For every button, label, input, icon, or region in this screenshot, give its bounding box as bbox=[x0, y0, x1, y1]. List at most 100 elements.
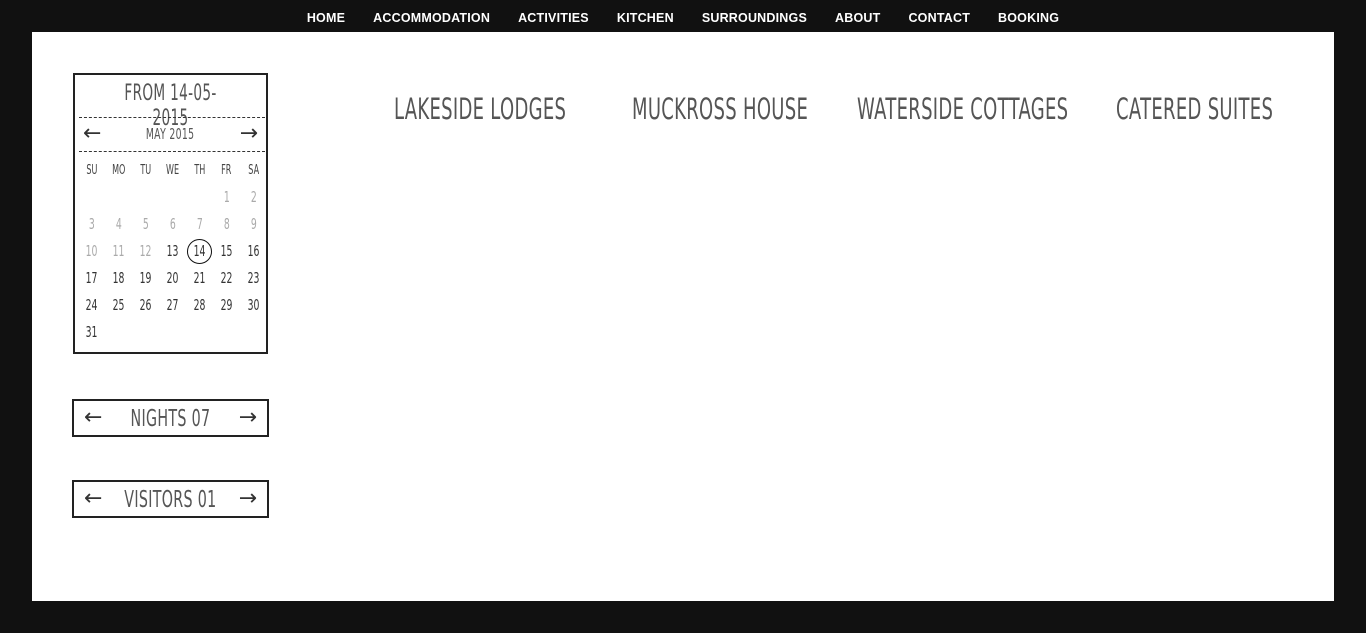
day-number: 14 bbox=[193, 242, 206, 260]
day-number: 10 bbox=[85, 242, 98, 260]
visitors-label: VISITORS 01 bbox=[124, 487, 217, 513]
nav-accommodation[interactable]: ACCOMMODATION bbox=[373, 7, 490, 25]
calendar-day[interactable]: 13 bbox=[159, 238, 186, 265]
day-number: 3 bbox=[88, 215, 95, 233]
weekday-text: TH bbox=[194, 163, 205, 178]
nav-contact[interactable]: CONTACT bbox=[908, 7, 970, 25]
calendar-empty-cell bbox=[105, 184, 132, 211]
day-number: 30 bbox=[247, 296, 260, 314]
visitors-stepper: ← VISITORS 01 → bbox=[72, 480, 269, 518]
day-number: 25 bbox=[112, 296, 125, 314]
day-number: 1 bbox=[223, 188, 230, 206]
calendar-day: 7 bbox=[186, 211, 213, 238]
weekday-text: WE bbox=[165, 163, 180, 178]
day-number: 18 bbox=[112, 269, 125, 287]
category-label: LAKESIDE LODGES bbox=[394, 92, 567, 126]
calendar-day: 5 bbox=[132, 211, 159, 238]
calendar-day[interactable]: 17 bbox=[78, 265, 105, 292]
day-number: 6 bbox=[169, 215, 176, 233]
nav-booking[interactable]: BOOKING bbox=[998, 7, 1059, 25]
calendar-day[interactable]: 31 bbox=[78, 319, 105, 346]
main-content: FROM 14-05-2015 ← MAY 2015 → SU MO TU WE TH F… bbox=[32, 32, 1334, 601]
nav-home[interactable]: HOME bbox=[307, 7, 345, 25]
day-number: 19 bbox=[139, 269, 152, 287]
calendar-day: 10 bbox=[78, 238, 105, 265]
calendar-empty-cell bbox=[132, 184, 159, 211]
day-number: 20 bbox=[166, 269, 179, 287]
nav-surroundings[interactable]: SURROUNDINGS bbox=[702, 7, 807, 25]
weekday-label: SU bbox=[78, 157, 105, 184]
calendar-day[interactable]: 21 bbox=[186, 265, 213, 292]
arrow-right-icon[interactable]: → bbox=[239, 488, 257, 510]
calendar-day[interactable]: 16 bbox=[240, 238, 267, 265]
category-label: CATERED SUITES bbox=[1116, 92, 1274, 126]
day-number: 5 bbox=[142, 215, 149, 233]
calendar-grid: SU MO TU WE TH FR SA 1 2 3 4 5 6 7 8 9 10 11 12 13 14 15 16 17 1… bbox=[78, 157, 267, 346]
day-number: 9 bbox=[250, 215, 257, 233]
nav-kitchen[interactable]: KITCHEN bbox=[617, 7, 674, 25]
day-number: 26 bbox=[139, 296, 152, 314]
calendar-day[interactable]: 15 bbox=[213, 238, 240, 265]
category-lakeside-lodges[interactable]: LAKESIDE LODGES bbox=[394, 92, 672, 126]
day-number: 4 bbox=[115, 215, 122, 233]
day-number: 29 bbox=[220, 296, 233, 314]
calendar-day[interactable]: 23 bbox=[240, 265, 267, 292]
calendar-day-selected[interactable]: 14 bbox=[186, 238, 213, 265]
calendar-day: 12 bbox=[132, 238, 159, 265]
day-number: 8 bbox=[223, 215, 230, 233]
arrow-right-icon[interactable]: → bbox=[240, 123, 258, 145]
weekday-text: SU bbox=[85, 163, 98, 178]
calendar-day: 9 bbox=[240, 211, 267, 238]
date-picker: FROM 14-05-2015 ← MAY 2015 → SU MO TU WE TH F… bbox=[73, 73, 268, 354]
weekday-text: SA bbox=[248, 163, 259, 178]
calendar-day[interactable]: 25 bbox=[105, 292, 132, 319]
weekday-label: SA bbox=[240, 157, 267, 184]
day-number: 16 bbox=[247, 242, 260, 260]
category-label: MUCKROSS HOUSE bbox=[632, 92, 809, 126]
calendar-day[interactable]: 28 bbox=[186, 292, 213, 319]
day-number: 31 bbox=[85, 323, 98, 341]
day-number: 15 bbox=[220, 242, 233, 260]
month-row: ← MAY 2015 → bbox=[75, 121, 266, 149]
category-catered-suites[interactable]: CATERED SUITES bbox=[1116, 92, 1366, 126]
calendar-day[interactable]: 24 bbox=[78, 292, 105, 319]
weekday-text: FR bbox=[221, 163, 232, 178]
weekday-text: TU bbox=[140, 163, 151, 178]
day-number: 11 bbox=[112, 242, 125, 260]
day-number: 12 bbox=[139, 242, 152, 260]
day-number: 24 bbox=[85, 296, 98, 314]
nav-activities[interactable]: ACTIVITIES bbox=[518, 7, 589, 25]
weekday-label: MO bbox=[105, 157, 132, 184]
day-number: 13 bbox=[166, 242, 179, 260]
calendar-day: 4 bbox=[105, 211, 132, 238]
weekday-label: TH bbox=[186, 157, 213, 184]
nights-label: NIGHTS 07 bbox=[130, 406, 211, 432]
day-number: 21 bbox=[193, 269, 206, 287]
weekday-label: WE bbox=[159, 157, 186, 184]
day-number: 7 bbox=[196, 215, 203, 233]
calendar-day: 11 bbox=[105, 238, 132, 265]
calendar-day[interactable]: 27 bbox=[159, 292, 186, 319]
divider bbox=[79, 151, 265, 152]
calendar-day[interactable]: 30 bbox=[240, 292, 267, 319]
calendar-day: 3 bbox=[78, 211, 105, 238]
calendar-empty-cell bbox=[159, 184, 186, 211]
arrow-right-icon[interactable]: → bbox=[239, 407, 257, 429]
calendar-day[interactable]: 26 bbox=[132, 292, 159, 319]
calendar-day[interactable]: 29 bbox=[213, 292, 240, 319]
divider bbox=[79, 117, 265, 118]
calendar-day[interactable]: 19 bbox=[132, 265, 159, 292]
calendar-day[interactable]: 22 bbox=[213, 265, 240, 292]
calendar-day: 1 bbox=[213, 184, 240, 211]
day-number: 22 bbox=[220, 269, 233, 287]
day-number: 23 bbox=[247, 269, 260, 287]
weekday-text: MO bbox=[111, 163, 126, 178]
day-number: 2 bbox=[250, 188, 257, 206]
top-navigation: HOME ACCOMMODATION ACTIVITIES KITCHEN SU… bbox=[0, 0, 1366, 32]
nav-about[interactable]: ABOUT bbox=[835, 7, 880, 25]
calendar-day[interactable]: 18 bbox=[105, 265, 132, 292]
calendar-day[interactable]: 20 bbox=[159, 265, 186, 292]
weekday-label: FR bbox=[213, 157, 240, 184]
category-label: WATERSIDE COTTAGES bbox=[857, 92, 1069, 126]
calendar-empty-cell bbox=[186, 184, 213, 211]
